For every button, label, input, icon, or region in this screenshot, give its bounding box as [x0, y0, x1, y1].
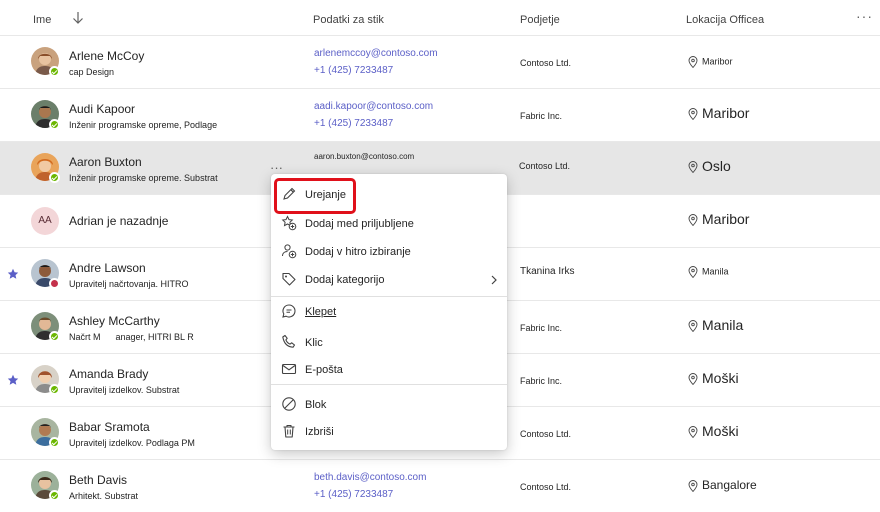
star-add-icon	[281, 215, 297, 231]
contact-email[interactable]: arlenemccoy@contoso.com	[314, 48, 438, 59]
menu-item-block[interactable]: Blok	[271, 392, 507, 418]
location-pin-icon	[688, 320, 698, 333]
contact-name[interactable]: Andre Lawson	[69, 261, 146, 275]
contact-email[interactable]: aadi.kapoor@contoso.com	[314, 101, 433, 112]
location-pin-icon	[688, 161, 698, 174]
contact-location: Manila	[688, 317, 743, 333]
contact-name[interactable]: Audi Kapoor	[69, 102, 135, 116]
table-row[interactable]: Beth Davis Arhitekt. Substrat beth.davis…	[0, 460, 880, 512]
table-row[interactable]: Arlene McCoy cap Design arlenemccoy@cont…	[0, 36, 880, 89]
presence-busy-icon	[49, 278, 60, 289]
contact-location: Manila	[688, 266, 729, 278]
contact-location: Moški	[688, 423, 739, 439]
contact-title: cap Design	[69, 67, 115, 77]
presence-available-icon	[49, 437, 60, 448]
mail-icon	[281, 363, 297, 375]
contact-title: Upravitelj izdelkov. Podlaga PM	[69, 438, 195, 448]
contact-name[interactable]: Beth Davis	[69, 473, 127, 487]
contact-company: Contoso Ltd.	[519, 161, 571, 171]
location-pin-icon	[688, 479, 698, 492]
phone-icon	[282, 334, 296, 348]
highlight-box	[274, 178, 356, 214]
menu-item-add-category[interactable]: Dodaj kategorijo	[271, 267, 507, 293]
contact-company: Fabric Inc.	[520, 323, 563, 333]
contact-email[interactable]: aaron.buxton@contoso.com	[314, 152, 414, 161]
presence-available-icon	[49, 66, 60, 77]
contact-title: Upravitelj načrtovanja. HITRO	[69, 279, 189, 289]
column-header-contact[interactable]: Podatki za stik	[313, 14, 384, 26]
contact-location: Maribor	[688, 105, 749, 121]
contact-name[interactable]: Amanda Brady	[69, 367, 148, 381]
sort-down-arrow-icon[interactable]	[70, 10, 86, 26]
contact-company: Contoso Ltd.	[520, 482, 572, 492]
contact-name[interactable]: Ashley McCarthy	[69, 314, 160, 328]
presence-available-icon	[49, 490, 60, 501]
contact-phone[interactable]: +1 (425) 7233487	[314, 65, 393, 76]
menu-item-chat[interactable]: Klepet	[271, 299, 507, 325]
menu-item-call[interactable]: Klic	[271, 330, 507, 356]
contact-location: Moški	[688, 370, 739, 386]
menu-divider	[271, 296, 507, 297]
favorite-star-icon[interactable]	[7, 268, 19, 280]
speed-dial-icon	[282, 244, 297, 259]
menu-item-add-favorite[interactable]: Dodaj med priljubljene	[271, 211, 507, 237]
contact-company: Contoso Ltd.	[520, 58, 572, 68]
menu-divider	[271, 384, 507, 385]
contact-location: Oslo	[688, 158, 731, 174]
menu-item-add-speed-dial[interactable]: Dodaj v hitro izbiranje	[271, 239, 507, 265]
chat-icon	[282, 304, 296, 318]
contact-name[interactable]: Aaron Buxton	[69, 155, 142, 169]
location-pin-icon	[688, 56, 698, 68]
contact-title: Inženir programske opreme. Substrat	[69, 173, 218, 183]
row-more-options-icon[interactable]: ···	[270, 160, 283, 175]
more-options-icon[interactable]: ···	[856, 8, 873, 24]
table-row[interactable]: Audi Kapoor Inženir programske opreme, P…	[0, 89, 880, 142]
contact-email[interactable]: beth.davis@contoso.com	[314, 472, 426, 483]
contact-title: Arhitekt. Substrat	[69, 491, 139, 501]
contact-phone[interactable]: +1 (425) 7233487	[314, 118, 393, 129]
contact-company: Contoso Ltd.	[520, 429, 572, 439]
column-header-name[interactable]: Ime	[33, 14, 51, 26]
delete-icon	[283, 424, 295, 438]
contact-title: Upravitelj izdelkov. Substrat	[69, 385, 180, 395]
column-header-location[interactable]: Lokacija Officea	[686, 14, 764, 26]
contact-phone[interactable]: +1 (425) 7233487	[314, 489, 393, 500]
contact-title: Načrt M anager, HITRI BL R	[69, 332, 194, 342]
presence-available-icon	[49, 384, 60, 395]
presence-available-icon	[49, 172, 60, 183]
context-menu: Urejanje Dodaj med priljubljene Dodaj v …	[271, 174, 507, 450]
location-pin-icon	[688, 426, 698, 439]
list-header: Ime Podatki za stik Podjetje Lokacija Of…	[0, 0, 880, 36]
contact-name[interactable]: Babar Sramota	[69, 420, 150, 434]
location-pin-icon	[688, 108, 698, 121]
chevron-right-icon	[491, 275, 497, 285]
tag-icon	[282, 272, 296, 286]
contact-company: Fabric Inc.	[520, 111, 563, 121]
menu-item-delete[interactable]: Izbriši	[271, 419, 507, 445]
location-pin-icon	[688, 214, 698, 227]
favorite-star-icon[interactable]	[7, 374, 19, 386]
menu-item-email[interactable]: E-pošta	[271, 357, 507, 383]
contact-name[interactable]: Adrian je nazadnje	[69, 214, 168, 228]
contact-name[interactable]: Arlene McCoy	[69, 49, 144, 63]
presence-available-icon	[49, 331, 60, 342]
avatar-initials: AA	[31, 207, 59, 235]
contact-location: Maribor	[688, 211, 749, 227]
contact-company: Tkanina Irks	[520, 266, 575, 277]
presence-available-icon	[49, 119, 60, 130]
block-icon	[282, 397, 296, 411]
column-header-company[interactable]: Podjetje	[520, 14, 560, 26]
contact-location: Bangalore	[688, 478, 757, 492]
contact-location: Maribor	[688, 56, 733, 68]
location-pin-icon	[688, 266, 698, 278]
location-pin-icon	[688, 373, 698, 386]
contact-company: Fabric Inc.	[520, 376, 563, 386]
contact-title: Inženir programske opreme, Podlage	[69, 120, 218, 130]
